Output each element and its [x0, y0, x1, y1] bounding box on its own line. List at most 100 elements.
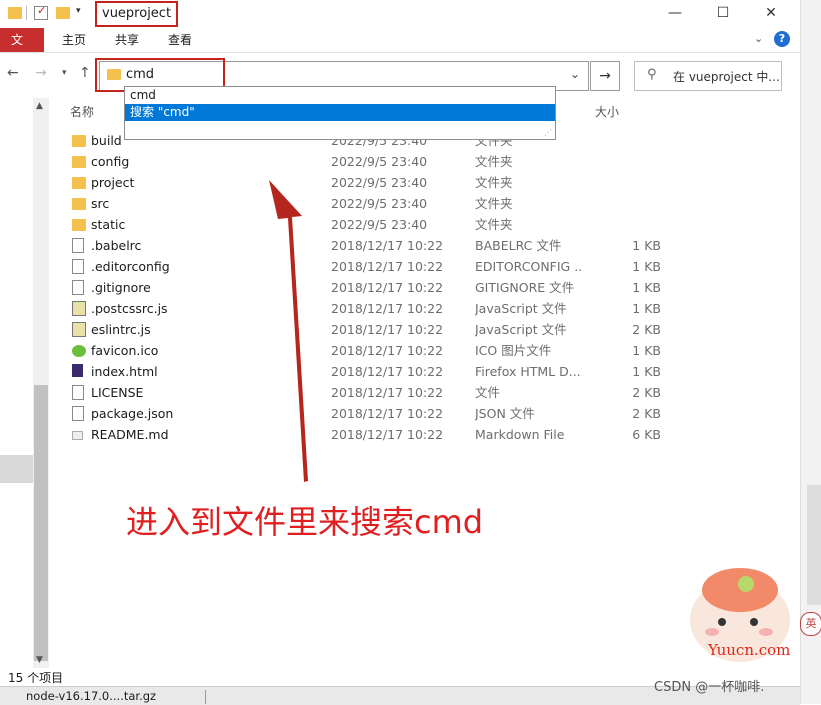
folder-icon — [72, 135, 86, 147]
file-date: 2018/12/17 10:22 — [331, 427, 444, 442]
file-date: 2018/12/17 10:22 — [331, 385, 444, 400]
file-row[interactable]: .postcssrc.js 2018/12/17 10:22 JavaScript … — [66, 298, 786, 319]
file-name: src — [91, 196, 110, 211]
file-name: favicon.ico — [91, 343, 159, 358]
file-name: .postcssrc.js — [91, 301, 168, 316]
scroll-up-icon[interactable]: ▲ — [36, 101, 43, 111]
separator — [205, 690, 206, 704]
suggestion-item[interactable]: cmd — [125, 87, 555, 104]
file-type: 文件 — [475, 385, 501, 400]
right-scrollbar[interactable] — [800, 0, 821, 704]
file-icon — [72, 238, 84, 253]
file-size: 1 KB — [632, 343, 661, 358]
file-type: Firefox HTML D... — [475, 364, 581, 379]
scrollbar-thumb[interactable] — [807, 485, 821, 605]
folder-icon — [72, 156, 86, 168]
recent-chevron-icon[interactable]: ▾ — [62, 68, 67, 78]
file-row[interactable]: favicon.ico 2018/12/17 10:22 ICO 图片文件 1 KB — [66, 340, 786, 361]
file-date: 2018/12/17 10:22 — [331, 238, 444, 253]
tab-view[interactable]: 查看 — [157, 28, 203, 52]
file-row[interactable]: project 2022/9/5 23:40 文件夹 — [66, 172, 786, 193]
file-type: Markdown File — [475, 427, 565, 442]
file-row[interactable]: .babelrc 2018/12/17 10:22 BABELRC 文件 1 KB — [66, 235, 786, 256]
file-row[interactable]: static 2022/9/5 23:40 文件夹 — [66, 214, 786, 235]
file-row[interactable]: .gitignore 2018/12/17 10:22 GITIGNORE 文件 1 … — [66, 277, 786, 298]
chevron-down-icon[interactable]: ⌄ — [754, 32, 763, 45]
scroll-down-icon[interactable]: ▼ — [36, 655, 43, 665]
file-size: 1 KB — [632, 259, 661, 274]
file-type: 文件夹 — [475, 217, 513, 232]
file-date: 2018/12/17 10:22 — [331, 322, 444, 337]
file-date: 2022/9/5 23:40 — [331, 196, 428, 211]
file-type: 文件夹 — [475, 154, 513, 169]
suggestion-item-selected[interactable]: 搜索 "cmd" — [125, 104, 555, 121]
file-size: 2 KB — [632, 406, 661, 421]
download-item[interactable]: node-v16.17.0....tar.gz — [26, 687, 156, 705]
file-date: 2018/12/17 10:22 — [331, 280, 444, 295]
file-date: 2022/9/5 23:40 — [331, 217, 428, 232]
file-name: .editorconfig — [91, 259, 170, 274]
file-row[interactable]: index.html 2018/12/17 10:22 Firefox HTML D… — [66, 361, 786, 382]
file-type: EDITORCONFIG ... — [475, 259, 583, 274]
file-name: static — [91, 217, 126, 232]
file-icon — [72, 385, 84, 400]
annotation-text: 进入到文件里来搜索cmd — [126, 503, 484, 541]
file-row[interactable]: src 2022/9/5 23:40 文件夹 — [66, 193, 786, 214]
file-type: JSON 文件 — [475, 406, 535, 421]
address-suggestions: cmd 搜索 "cmd" ⋰ — [124, 86, 556, 140]
file-date: 2018/12/17 10:22 — [331, 364, 444, 379]
navigation-scrollbar[interactable]: ▲ ▼ — [33, 98, 49, 668]
file-size: 6 KB — [632, 427, 661, 442]
folder-icon — [72, 198, 86, 210]
new-folder-icon[interactable] — [56, 7, 70, 19]
column-name[interactable]: 名称 — [70, 103, 94, 120]
file-icon — [72, 406, 84, 421]
title-bar: ✓ ▾ vueproject — ☐ ✕ — [0, 0, 800, 27]
folder-icon — [72, 219, 86, 231]
back-arrow-icon[interactable]: ← — [7, 65, 19, 81]
file-type: ICO 图片文件 — [475, 343, 552, 358]
file-row[interactable]: eslintrc.js 2018/12/17 10:22 JavaScript 文件… — [66, 319, 786, 340]
file-name: LICENSE — [91, 385, 144, 400]
file-icon — [72, 259, 84, 274]
search-icon: ⚲ — [647, 67, 657, 82]
file-name: .gitignore — [91, 280, 151, 295]
file-row[interactable]: README.md 2018/12/17 10:22 Markdown File 6 … — [66, 424, 786, 445]
column-size[interactable]: 大小 — [595, 103, 619, 120]
ime-badge[interactable]: 英 — [800, 612, 821, 636]
search-input[interactable]: ⚲ 在 vueproject 中... — [634, 61, 782, 91]
file-row[interactable]: package.json 2018/12/17 10:22 JSON 文件 2 KB — [66, 403, 786, 424]
tab-file[interactable]: 文件 — [0, 28, 44, 71]
chevron-down-icon[interactable]: ⌄ — [570, 67, 580, 81]
ribbon-tabs: 文件 主页 共享 查看 ⌄ ? — [0, 28, 800, 71]
maximize-button[interactable]: ☐ — [700, 0, 746, 26]
file-type: BABELRC 文件 — [475, 238, 562, 253]
tab-share[interactable]: 共享 — [104, 28, 150, 52]
folder-icon — [72, 177, 86, 189]
file-name: .babelrc — [91, 238, 142, 253]
close-button[interactable]: ✕ — [748, 0, 794, 26]
properties-icon[interactable]: ✓ — [34, 4, 48, 20]
file-date: 2022/9/5 23:40 — [331, 175, 428, 190]
file-size: 1 KB — [632, 238, 661, 253]
file-row[interactable]: config 2022/9/5 23:40 文件夹 — [66, 151, 786, 172]
go-button[interactable]: → — [590, 61, 620, 91]
file-date: 2022/9/5 23:40 — [331, 154, 428, 169]
file-type: JavaScript 文件 — [475, 322, 567, 337]
minimize-button[interactable]: — — [652, 0, 698, 26]
scrollbar-thumb[interactable] — [34, 385, 48, 661]
file-date: 2018/12/17 10:22 — [331, 343, 444, 358]
file-name: config — [91, 154, 130, 169]
folder-icon — [8, 7, 22, 19]
chevron-down-icon[interactable]: ▾ — [76, 6, 90, 20]
file-name: build — [91, 133, 122, 148]
tab-home[interactable]: 主页 — [51, 28, 97, 52]
up-arrow-icon[interactable]: ↑ — [79, 65, 91, 81]
file-row[interactable]: .editorconfig 2018/12/17 10:22 EDITORCONFI… — [66, 256, 786, 277]
file-type: JavaScript 文件 — [475, 301, 567, 316]
file-row[interactable]: LICENSE 2018/12/17 10:22 文件 2 KB — [66, 382, 786, 403]
help-icon[interactable]: ? — [774, 31, 790, 47]
forward-arrow-icon[interactable]: → — [35, 65, 47, 81]
file-name: index.html — [91, 364, 158, 379]
resize-grip-icon[interactable]: ⋰ — [544, 128, 552, 137]
